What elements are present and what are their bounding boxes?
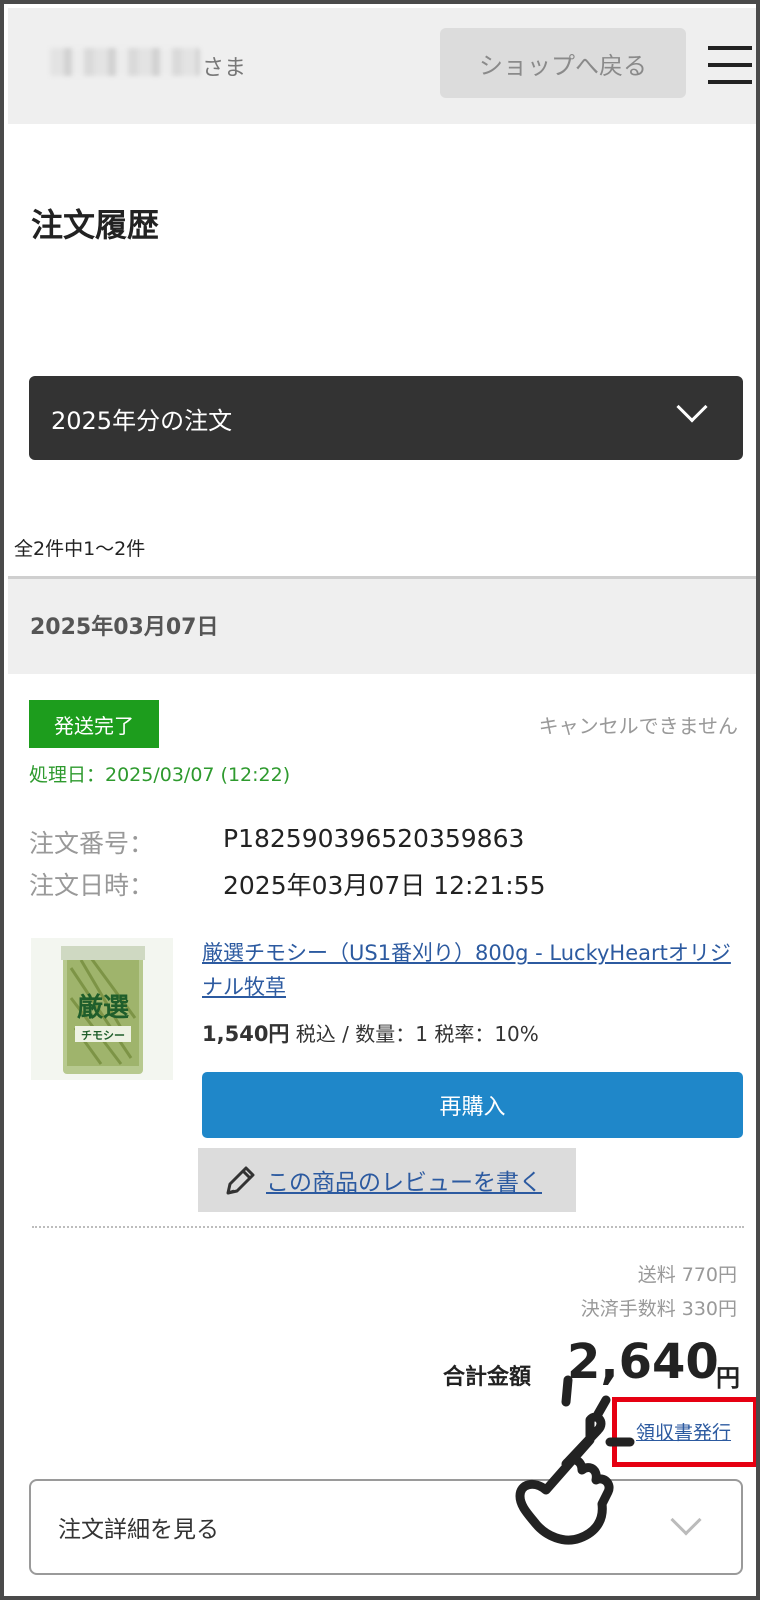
item-price: 1,540円	[202, 1022, 290, 1046]
price-line: 1,540円 税込 / 数量：1 税率：10%	[202, 1018, 539, 1048]
product-image-sublabel: チモシー	[81, 1029, 125, 1042]
pencil-icon	[226, 1166, 255, 1195]
year-select-label: 2025年分の注文	[51, 406, 233, 435]
item-price-detail: 税込 / 数量：1 税率：10%	[289, 1022, 539, 1046]
product-image-label: 厳選	[77, 992, 129, 1023]
payment-fee: 決済手数料 330円	[580, 1298, 737, 1320]
order-datetime-label: 注文日時：	[29, 871, 155, 900]
page-frame: さま ショップへ戻る 注文履歴 2025年分の注文 全2件中1～2件 2025年…	[0, 0, 760, 1600]
order-date: 2025年03月07日	[30, 615, 219, 640]
divider-dotted	[32, 1226, 744, 1228]
write-review-button[interactable]: この商品のレビューを書く	[198, 1148, 576, 1212]
order-detail-label: 注文詳細を見る	[58, 1517, 219, 1543]
year-select[interactable]: 2025年分の注文	[29, 376, 743, 460]
status-badge: 発送完了	[29, 700, 159, 748]
header: さま ショップへ戻る	[8, 8, 756, 124]
pointing-hand-icon	[515, 1375, 635, 1545]
back-to-shop-button[interactable]: ショップへ戻る	[440, 28, 686, 98]
product-image[interactable]: 厳選 チモシー	[31, 938, 173, 1080]
write-review-label: この商品のレビューを書く	[266, 1170, 542, 1196]
order-date-bar: 2025年03月07日	[8, 579, 756, 674]
user-honorific: さま	[202, 56, 247, 81]
rebuy-button[interactable]: 再購入	[202, 1072, 743, 1138]
chevron-down-icon	[676, 391, 708, 423]
order-number-label: 注文番号：	[29, 829, 155, 858]
total-unit: 円	[716, 1364, 740, 1392]
order-number: P182590396520359863	[223, 824, 525, 853]
product-name-link[interactable]: 厳選チモシー（US1番刈り）800g - LuckyHeartオリジナル牧草	[202, 936, 748, 1004]
order-datetime: 2025年03月07日 12:21:55	[223, 871, 546, 900]
cancel-note: キャンセルできません	[538, 714, 738, 738]
chevron-down-icon	[670, 1504, 702, 1536]
shipping-fee: 送料 770円	[637, 1264, 737, 1286]
processed-date: 処理日：2025/03/07 (12:22)	[29, 764, 291, 786]
page-title: 注文履歴	[31, 206, 160, 244]
user-name-blurred	[50, 48, 200, 76]
hamburger-menu-icon[interactable]	[708, 46, 752, 84]
result-count: 全2件中1～2件	[14, 538, 146, 560]
